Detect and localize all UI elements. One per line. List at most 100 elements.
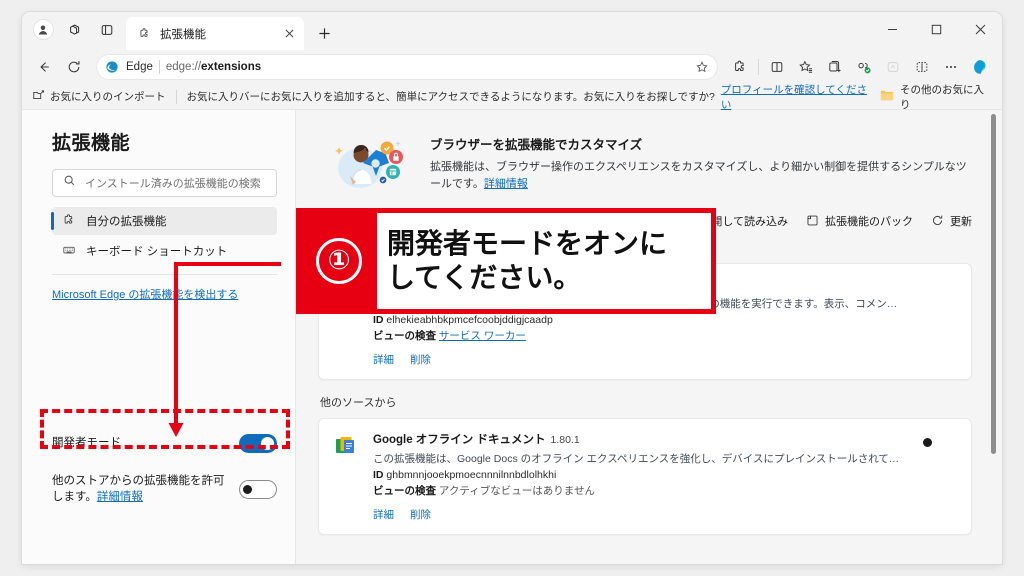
google-docs-offline-icon	[333, 431, 361, 522]
annotation-line-2: してください。	[387, 262, 581, 293]
folder-icon	[880, 89, 894, 105]
other-favorites-label: その他のお気に入り	[900, 82, 992, 112]
extensions-puzzle-icon[interactable]	[726, 53, 754, 81]
other-stores-label: 他のストアからの拡張機能を許可します。詳細情報	[52, 473, 231, 506]
omnibox-brand: Edge	[126, 61, 153, 73]
promo-illustration-icon	[330, 128, 414, 194]
split-screen-icon[interactable]	[763, 53, 791, 81]
extensions-page: 拡張機能 インストール済みの拡張機能の検索 自分の	[22, 110, 1002, 564]
profile-disabled-icon[interactable]	[879, 53, 907, 81]
extension-views: ビューの検査 サービス ワーカー	[373, 328, 907, 343]
extensions-puzzle-icon	[62, 213, 76, 230]
extension-description: この拡張機能は、Google Docs のオフライン エクスペリエンスを強化し、…	[373, 451, 907, 466]
split-window-dotted-icon[interactable]	[908, 53, 936, 81]
account-avatar-icon[interactable]	[28, 15, 58, 45]
back-button[interactable]	[30, 53, 58, 81]
new-tab-button[interactable]	[310, 19, 338, 47]
active-views-value: アクティブなビューはありません	[439, 485, 595, 497]
sidebar-item-keyboard-shortcuts[interactable]: キーボード ショートカット	[52, 237, 277, 265]
maximize-button[interactable]	[914, 12, 958, 46]
omnibox-divider	[159, 60, 160, 74]
other-favorites-button[interactable]: その他のお気に入り	[880, 82, 992, 112]
address-bar[interactable]: Edge edge://extensions	[96, 54, 718, 80]
vertical-scrollbar[interactable]	[990, 114, 997, 518]
import-favorites-label: お気に入りのインポート	[50, 89, 166, 104]
other-stores-learn-more-link[interactable]: 詳細情報	[97, 491, 143, 503]
favorites-star-icon[interactable]	[792, 53, 820, 81]
import-favorites-button[interactable]: お気に入りのインポート	[32, 89, 166, 105]
avatar	[34, 20, 53, 39]
scrollbar-thumb[interactable]	[991, 114, 996, 454]
screenshot-root: 拡張機能	[0, 0, 1024, 576]
favorites-bar: お気に入りのインポート お気に入りバーにお気に入りを追加すると、簡単にアクセスで…	[22, 84, 1002, 110]
search-input[interactable]: インストール済みの拡張機能の検索	[52, 169, 277, 197]
service-worker-link[interactable]: サービス ワーカー	[439, 330, 526, 342]
tab-strip: 拡張機能	[22, 12, 1002, 50]
tab-title: 拡張機能	[160, 26, 272, 42]
annotation-callout-text: 開発者モードをオンにしてください。	[377, 213, 711, 309]
toolbar-icons	[726, 53, 994, 81]
favorites-divider	[176, 90, 177, 104]
favorites-message: お気に入りバーにお気に入りを追加すると、簡単にアクセスできるようになります。お気…	[186, 89, 714, 104]
refresh-extensions-button[interactable]: 更新	[931, 213, 972, 229]
extension-card-links: 詳細 削除	[373, 352, 907, 367]
browser-essentials-icon[interactable]	[850, 53, 878, 81]
other-stores-row: 他のストアからの拡張機能を許可します。詳細情報	[52, 473, 277, 506]
workspaces-icon[interactable]	[60, 15, 90, 45]
page-title: 拡張機能	[52, 128, 277, 155]
extension-id: ID elhekieabhbkpmcefcoobjddigjcaadp	[373, 314, 907, 326]
keyboard-icon	[62, 243, 76, 260]
minimize-button[interactable]	[870, 12, 914, 46]
browser-tab[interactable]: 拡張機能	[126, 17, 304, 50]
discover-extensions-link[interactable]: Microsoft Edge の拡張機能を検出する	[52, 289, 238, 301]
annotation-line-1: 開発者モードをオンに	[387, 228, 667, 259]
details-link[interactable]: 詳細	[373, 507, 394, 522]
extension-id: ID ghbmnnjooekpmoecnnnilnnbdlolhkhi	[373, 469, 907, 481]
window-controls	[870, 12, 1002, 46]
promo-body: 拡張機能は、ブラウザー操作のエクスペリエンスをカスタマイズし、より細かい制御を提…	[430, 159, 970, 193]
promo-learn-more-link[interactable]: 詳細情報	[484, 178, 528, 190]
tab-strip-left-icons	[28, 12, 122, 50]
omnibox-url: edge://extensions	[166, 61, 261, 73]
extensions-puzzle-icon	[136, 26, 152, 42]
sidebar-item-my-extensions[interactable]: 自分の拡張機能	[52, 207, 277, 235]
other-stores-toggle[interactable]	[239, 480, 277, 499]
annotation-callout: ① 開発者モードをオンにしてください。	[296, 208, 716, 314]
promo-banner: ブラウザーを拡張機能でカスタマイズ 拡張機能は、ブラウザー操作のエクスペリエンス…	[318, 122, 972, 210]
refresh-button[interactable]	[60, 53, 88, 81]
collections-icon[interactable]	[821, 53, 849, 81]
group-heading-other: 他のソースから	[320, 394, 972, 410]
edge-logo-icon	[104, 59, 120, 75]
extension-card-links: 詳細 削除	[373, 507, 907, 522]
search-icon	[63, 174, 76, 192]
settings-more-icon[interactable]	[937, 53, 965, 81]
pack-extension-button[interactable]: 拡張機能のパック	[806, 213, 913, 229]
extensions-actions: 展開して読み込み 拡張機能のパック 更新	[681, 213, 972, 229]
step-number-circle: ①	[316, 238, 362, 284]
remove-link[interactable]: 削除	[410, 352, 431, 367]
extensions-sidebar: 拡張機能 インストール済みの拡張機能の検索 自分の	[22, 110, 296, 564]
sidebar-item-label: 自分の拡張機能	[86, 213, 167, 229]
promo-heading: ブラウザーを拡張機能でカスタマイズ	[430, 134, 970, 153]
star-add-icon[interactable]	[690, 56, 714, 78]
remove-link[interactable]: 削除	[410, 507, 431, 522]
toolbar-divider	[758, 59, 759, 75]
promo-text: ブラウザーを拡張機能でカスタマイズ 拡張機能は、ブラウザー操作のエクスペリエンス…	[430, 128, 970, 193]
details-link[interactable]: 詳細	[373, 352, 394, 367]
extension-card-body: Google オフライン ドキュメント1.80.1 この拡張機能は、Google…	[373, 431, 907, 522]
copilot-icon[interactable]	[966, 53, 994, 81]
extension-name: Google オフライン ドキュメント1.80.1	[373, 431, 907, 447]
sidebar-item-label: キーボード ショートカット	[86, 243, 227, 259]
close-button[interactable]	[958, 12, 1002, 46]
tab-actions-icon[interactable]	[92, 15, 122, 45]
extensions-main: ブラウザーを拡張機能でカスタマイズ 拡張機能は、ブラウザー操作のエクスペリエンス…	[296, 110, 1002, 564]
import-favorites-icon	[32, 89, 45, 105]
search-placeholder: インストール済みの拡張機能の検索	[85, 175, 261, 191]
close-icon[interactable]	[280, 25, 298, 43]
extension-card: Google オフライン ドキュメント1.80.1 この拡張機能は、Google…	[318, 418, 972, 535]
developer-mode-highlight-box	[40, 409, 290, 449]
extension-version: 1.80.1	[551, 434, 580, 446]
annotation-step-number: ①	[301, 213, 377, 309]
check-profile-link[interactable]: プロフィールを確認してください	[721, 82, 874, 112]
sidebar-divider	[52, 274, 277, 275]
